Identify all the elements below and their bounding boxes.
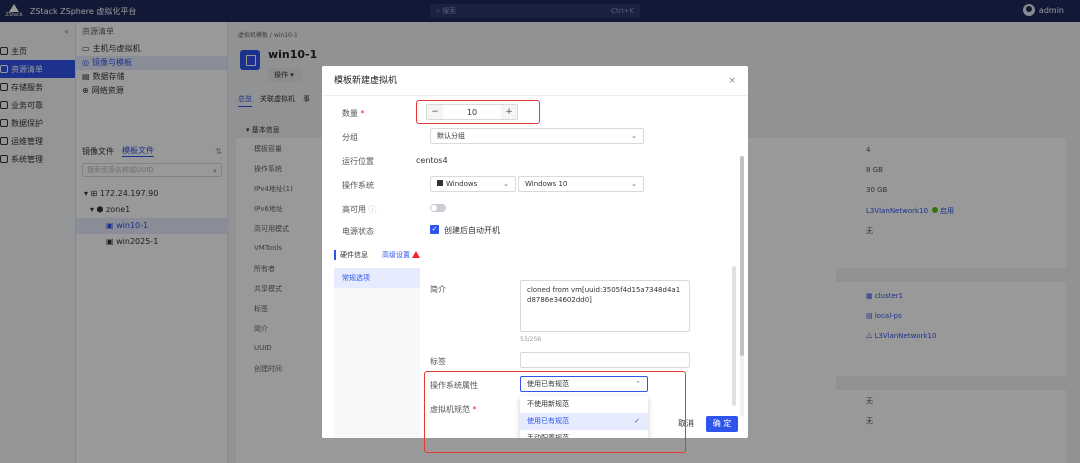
tab-hardware[interactable]: 硬件信息 (334, 250, 368, 260)
location-label: 运行位置 (342, 157, 374, 166)
tag-input[interactable] (520, 352, 690, 368)
adv-general-options[interactable]: 常规选项 (334, 268, 420, 288)
os-label: 操作系统 (342, 181, 374, 190)
confirm-button[interactable]: 确 定 (706, 416, 738, 432)
group-label: 分组 (342, 133, 358, 142)
modal-title: 模板新建虚拟机 (322, 66, 748, 96)
power-label: 电源状态 (342, 227, 374, 236)
os-version-select[interactable]: Windows 10 ⌄ (518, 176, 644, 192)
desc-label: 简介 (430, 285, 446, 294)
chevron-down-icon: ⌄ (503, 180, 509, 188)
tag-label: 标签 (430, 357, 446, 366)
chevron-down-icon: ⌄ (631, 132, 637, 140)
highlight-count (416, 100, 540, 124)
warning-icon (412, 251, 420, 258)
os-type-select[interactable]: Windows ⌄ (430, 176, 516, 192)
desc-counter: 53/256 (520, 336, 542, 343)
auto-start-label: 创建后自动开机 (444, 226, 500, 235)
ha-toggle[interactable] (430, 204, 446, 212)
location-value: centos4 (416, 156, 448, 165)
chevron-down-icon: ⌄ (631, 180, 637, 188)
info-icon: ⓘ (368, 205, 377, 214)
modal-scrollbar[interactable] (740, 156, 744, 416)
inner-scrollbar[interactable] (732, 266, 736, 406)
group-select[interactable]: 默认分组 ⌄ (430, 128, 644, 144)
tab-advanced[interactable]: 高级设置 (378, 250, 420, 260)
close-icon[interactable]: × (728, 66, 736, 96)
advanced-side-nav: 常规选项 (334, 268, 420, 438)
highlight-os-attr (424, 371, 686, 453)
ha-label: 高可用 ⓘ (342, 205, 377, 214)
windows-icon (437, 180, 443, 186)
modal-tabs: 硬件信息 高级设置 (334, 250, 420, 260)
auto-start-checkbox[interactable]: ✓ (430, 225, 439, 234)
desc-textarea[interactable]: cloned from vm[uuid:3505f4d15a7348d4a1d8… (520, 280, 690, 332)
scrollbar-thumb[interactable] (740, 156, 744, 356)
count-label: 数量 * (342, 109, 365, 118)
